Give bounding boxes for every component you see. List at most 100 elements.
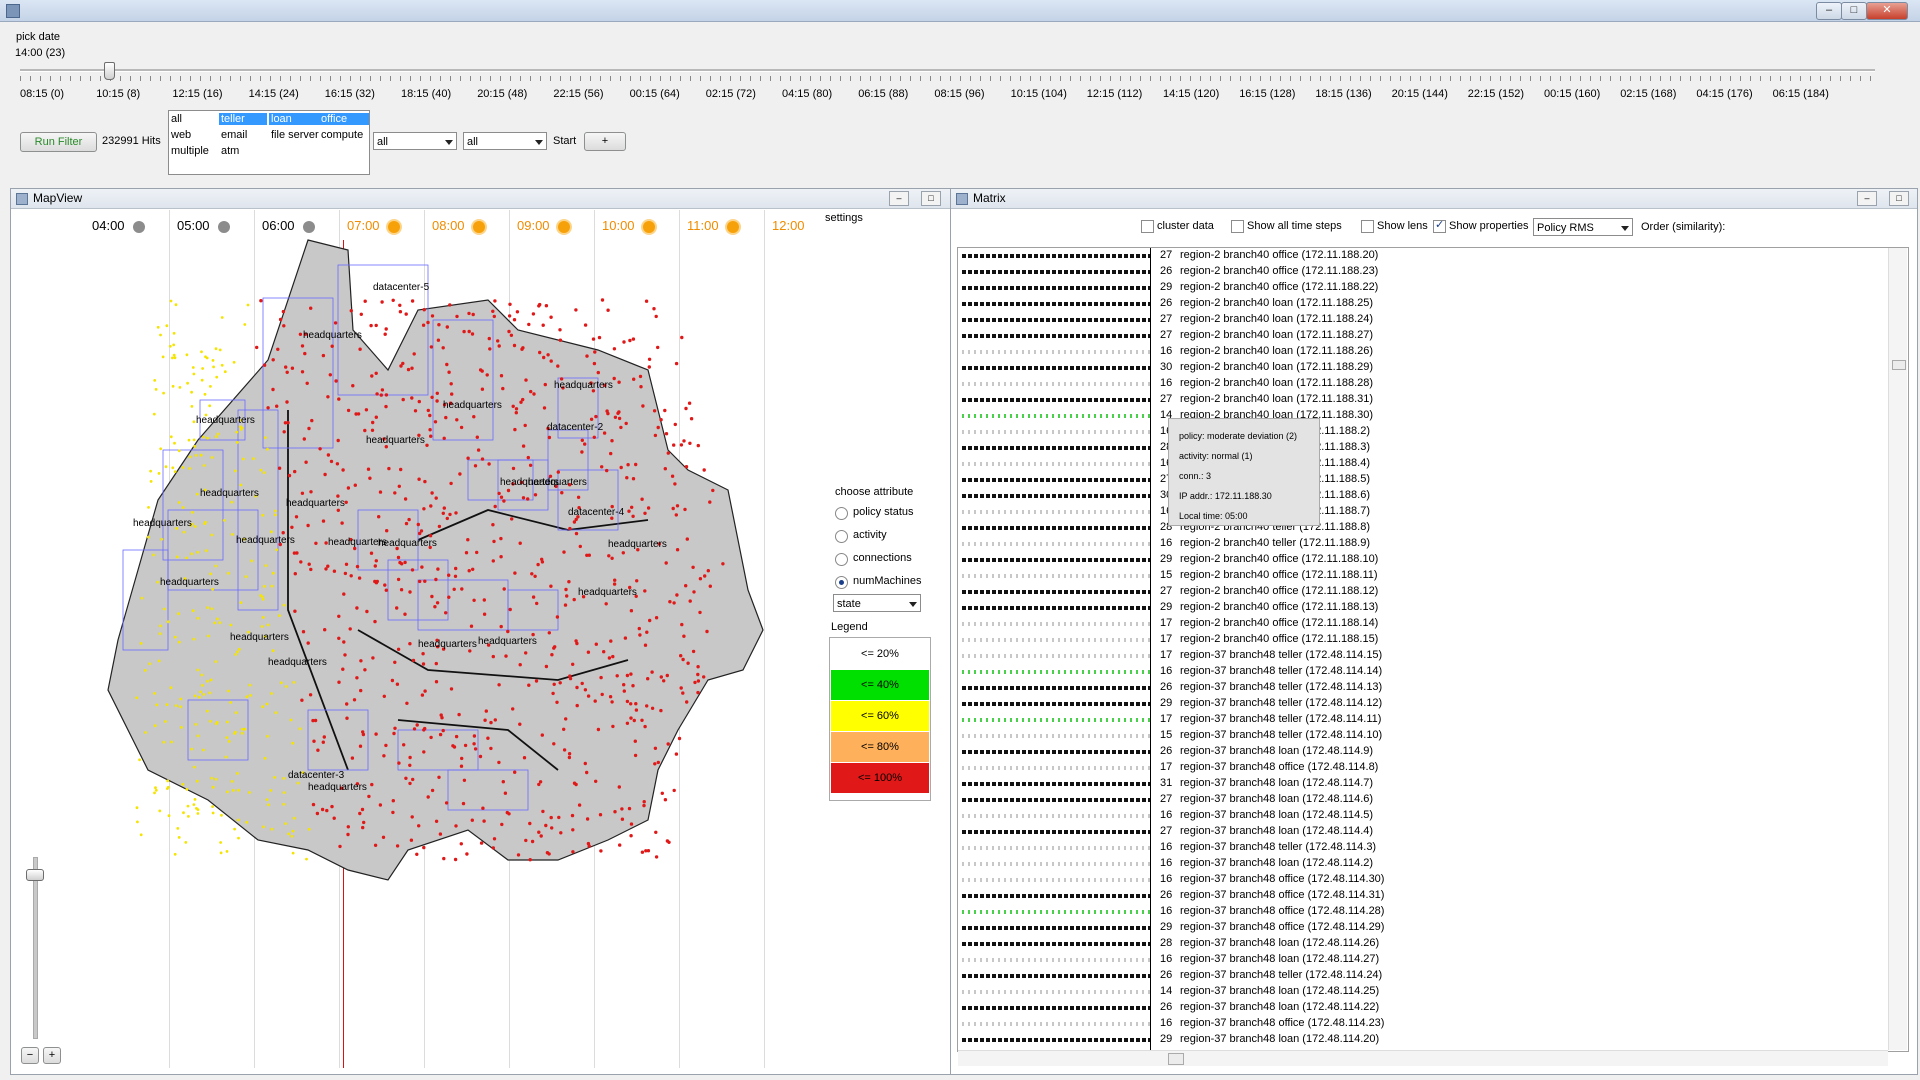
- matrix-row[interactable]: 29 region-2 branch40 office (172.11.188.1…: [958, 552, 1878, 568]
- matrix-row[interactable]: 27 region-37 branch48 loan (172.48.114.6): [958, 792, 1878, 808]
- matrix-row[interactable]: 27 region-2 branch40 office (172.11.188.2…: [958, 248, 1878, 264]
- zoom-in-button[interactable]: +: [43, 1047, 61, 1064]
- checkbox-cluster-data[interactable]: [1141, 220, 1154, 233]
- checkbox-show-all-time-steps[interactable]: [1231, 220, 1244, 233]
- matrix-row[interactable]: 27 region-2 branch40 loan (172.11.188.24): [958, 312, 1878, 328]
- radio-policy-status[interactable]: [835, 507, 848, 520]
- checkbox-show-properties[interactable]: ✓: [1433, 219, 1446, 233]
- matrix-row[interactable]: 26 region-37 branch48 teller (172.48.114.…: [958, 968, 1878, 984]
- matrix-row[interactable]: 15 region-2 branch40 office (172.11.188.1…: [958, 568, 1878, 584]
- list-item[interactable]: email: [219, 129, 249, 141]
- matrix-vertical-scrollbar[interactable]: [1888, 248, 1907, 1050]
- machine-type-list[interactable]: all web multiple teller email atm loan file ser…: [168, 110, 370, 175]
- matrix-row[interactable]: 30region-2 branch40 teller (172.11.188.6…: [958, 488, 1878, 504]
- matrix-row[interactable]: 16 region-2 branch40 teller (172.11.188.9…: [958, 536, 1878, 552]
- matrix-row[interactable]: 16 region-37 branch48 loan (172.48.114.27…: [958, 952, 1878, 968]
- matrix-row[interactable]: 27 region-2 branch40 loan (172.11.188.31): [958, 392, 1878, 408]
- policy-combo[interactable]: Policy RMS: [1533, 218, 1633, 236]
- matrix-row[interactable]: 26 region-37 branch48 loan (172.48.114.22…: [958, 1000, 1878, 1016]
- matrix-row[interactable]: 17 region-37 branch48 teller (172.48.114.…: [958, 712, 1878, 728]
- matrix-row[interactable]: 26 region-37 branch48 office (172.48.114.…: [958, 888, 1878, 904]
- machine-dot: [434, 819, 439, 823]
- add-button[interactable]: +: [584, 132, 626, 151]
- list-item[interactable]: loan: [269, 113, 319, 125]
- matrix-row[interactable]: 14 region-2 branch40 loan (172.11.188.30): [958, 408, 1878, 424]
- radio-activity[interactable]: [835, 530, 848, 543]
- run-filter-button[interactable]: Run Filter: [20, 132, 97, 152]
- date-slider-thumb[interactable]: [104, 62, 116, 80]
- matrix-row[interactable]: 16 region-37 branch48 office (172.48.114.…: [958, 872, 1878, 888]
- panel-maximize-button[interactable]: □: [1889, 191, 1909, 206]
- list-item[interactable]: atm: [219, 145, 241, 157]
- scroll-thumb[interactable]: [1892, 360, 1906, 370]
- network-map[interactable]: datacenter-5headquartersheadquartershead…: [88, 210, 816, 1068]
- list-item[interactable]: web: [169, 129, 193, 141]
- matrix-row[interactable]: 16 region-2 branch40 loan (172.11.188.26): [958, 344, 1878, 360]
- scroll-thumb[interactable]: [1168, 1053, 1184, 1065]
- checkbox-label: cluster data: [1157, 220, 1214, 232]
- matrix-row[interactable]: 15 region-37 branch48 teller (172.48.114.…: [958, 728, 1878, 744]
- zoom-slider-thumb[interactable]: [26, 869, 44, 881]
- matrix-row[interactable]: 29 region-37 branch48 loan (172.48.114.20…: [958, 1032, 1878, 1048]
- matrix-row[interactable]: 16 region-37 branch48 loan (172.48.114.5): [958, 808, 1878, 824]
- filter-combo-2[interactable]: all: [463, 132, 547, 150]
- matrix-row[interactable]: 29 region-2 branch40 office (172.11.188.2…: [958, 280, 1878, 296]
- matrix-row[interactable]: 16 region-37 branch48 office (172.48.114.…: [958, 1016, 1878, 1032]
- panel-maximize-button[interactable]: □: [921, 191, 941, 206]
- matrix-row[interactable]: 16region-2 branch40 teller (172.11.188.4…: [958, 456, 1878, 472]
- minimize-button[interactable]: –: [1816, 2, 1842, 20]
- matrix-row[interactable]: 29 region-2 branch40 office (172.11.188.1…: [958, 600, 1878, 616]
- matrix-row[interactable]: 16 region-37 branch48 office (172.48.114.…: [958, 904, 1878, 920]
- matrix-row[interactable]: 26 region-2 branch40 office (172.11.188.2…: [958, 264, 1878, 280]
- matrix-row[interactable]: 27region-2 branch40 teller (172.11.188.5…: [958, 472, 1878, 488]
- matrix-row[interactable]: 17 region-37 branch48 office (172.48.114.…: [958, 760, 1878, 776]
- matrix-row[interactable]: 31 region-37 branch48 loan (172.48.114.7): [958, 776, 1878, 792]
- matrix-row[interactable]: 26 region-37 branch48 loan (172.48.114.9): [958, 744, 1878, 760]
- checkbox-show-lens[interactable]: [1361, 220, 1374, 233]
- filter-combo-1[interactable]: all: [373, 132, 457, 150]
- zoom-slider-track[interactable]: [33, 857, 38, 1039]
- matrix-row[interactable]: 16region-2 branch40 teller (172.11.188.7…: [958, 504, 1878, 520]
- matrix-row[interactable]: 26 region-2 branch40 loan (172.11.188.25): [958, 296, 1878, 312]
- matrix-row[interactable]: 16region-2 branch40 teller (172.11.188.2…: [958, 424, 1878, 440]
- matrix-row[interactable]: 29 region-37 branch48 teller (172.48.114.…: [958, 696, 1878, 712]
- matrix-row[interactable]: 28 region-2 branch40 teller (172.11.188.8…: [958, 520, 1878, 536]
- matrix-row[interactable]: 27 region-2 branch40 office (172.11.188.1…: [958, 584, 1878, 600]
- panel-minimize-button[interactable]: –: [889, 191, 909, 206]
- machine-dot: [341, 468, 345, 472]
- list-item[interactable]: compute: [319, 129, 365, 141]
- matrix-row[interactable]: 17 region-37 branch48 teller (172.48.114.…: [958, 648, 1878, 664]
- radio-nummachines[interactable]: [835, 576, 848, 589]
- close-button[interactable]: ✕: [1866, 2, 1908, 20]
- matrix-row[interactable]: 27 region-2 branch40 loan (172.11.188.27): [958, 328, 1878, 344]
- list-item[interactable]: all: [169, 113, 184, 125]
- panel-minimize-button[interactable]: –: [1857, 191, 1877, 206]
- maximize-button[interactable]: □: [1841, 2, 1867, 20]
- matrix-row[interactable]: 14 region-37 branch48 loan (172.48.114.25…: [958, 984, 1878, 1000]
- matrix-row[interactable]: 16 region-37 branch48 teller (172.48.114.…: [958, 840, 1878, 856]
- matrix-horizontal-scrollbar[interactable]: [958, 1050, 1888, 1066]
- machine-dot: [631, 684, 635, 688]
- matrix-row[interactable]: 27 region-37 branch48 loan (172.48.114.4): [958, 824, 1878, 840]
- date-slider-track[interactable]: [20, 69, 1875, 72]
- zoom-out-button[interactable]: −: [21, 1047, 39, 1064]
- matrix-row[interactable]: 26 region-37 branch48 teller (172.48.114.…: [958, 680, 1878, 696]
- matrix-list[interactable]: 27 region-2 branch40 office (172.11.188.2…: [957, 247, 1909, 1052]
- matrix-row[interactable]: 29 region-37 branch48 office (172.48.114.…: [958, 920, 1878, 936]
- matrix-row[interactable]: 16 region-2 branch40 loan (172.11.188.28): [958, 376, 1878, 392]
- state-combo[interactable]: state: [833, 594, 921, 612]
- map-canvas[interactable]: 04:00 05:00 06:00 07:00 08:00 09:00 10:00 11:00…: [88, 210, 816, 1068]
- radio-connections[interactable]: [835, 553, 848, 566]
- matrix-row[interactable]: 30 region-2 branch40 loan (172.11.188.29): [958, 360, 1878, 376]
- matrix-row[interactable]: 28region-2 branch40 teller (172.11.188.3…: [958, 440, 1878, 456]
- machine-dot: [702, 675, 706, 679]
- matrix-row[interactable]: 17 region-2 branch40 office (172.11.188.1…: [958, 616, 1878, 632]
- matrix-row[interactable]: 16 region-37 branch48 teller (172.48.114.…: [958, 664, 1878, 680]
- matrix-row[interactable]: 16 region-37 branch48 loan (172.48.114.2): [958, 856, 1878, 872]
- list-item[interactable]: multiple: [169, 145, 211, 157]
- list-item[interactable]: office: [319, 113, 369, 125]
- list-item[interactable]: file server: [269, 129, 321, 141]
- matrix-row[interactable]: 17 region-2 branch40 office (172.11.188.1…: [958, 632, 1878, 648]
- matrix-row[interactable]: 28 region-37 branch48 loan (172.48.114.26…: [958, 936, 1878, 952]
- list-item[interactable]: teller: [219, 113, 267, 125]
